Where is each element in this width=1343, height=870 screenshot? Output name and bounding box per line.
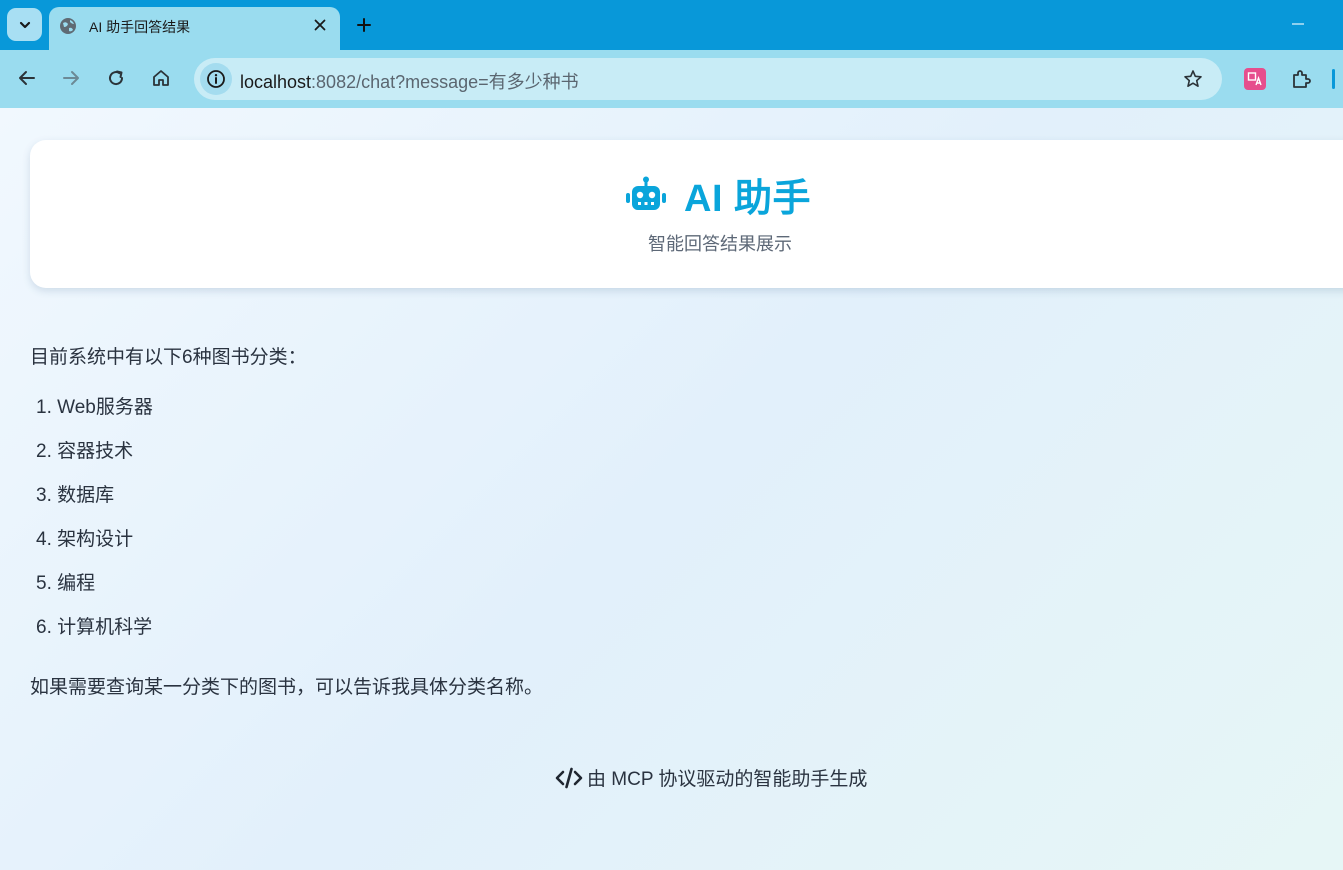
- list-item: 6. 计算机科学: [36, 617, 153, 638]
- arrow-left-icon: [19, 71, 35, 85]
- robot-icon: [626, 176, 666, 210]
- globe-icon: [60, 18, 76, 34]
- translate-icon: [1247, 72, 1262, 86]
- page-content: AI 助手 智能回答结果展示 目前系统中有以下6种图书分类： 1. Web服务器…: [0, 108, 1343, 870]
- back-button[interactable]: [15, 66, 39, 90]
- close-icon[interactable]: [311, 16, 329, 34]
- star-icon: [1184, 70, 1202, 87]
- page-title-row: AI 助手: [626, 170, 811, 220]
- translate-extension-button[interactable]: [1244, 68, 1266, 90]
- forward-button[interactable]: [59, 66, 83, 90]
- header-card: AI 助手 智能回答结果展示: [30, 140, 1343, 288]
- answer-intro: 目前系统中有以下6种图书分类：: [30, 347, 307, 368]
- reload-button[interactable]: [104, 66, 128, 90]
- code-icon: [555, 767, 583, 788]
- footer: 由 MCP 协议驱动的智能助手生成: [555, 764, 867, 791]
- url-text[interactable]: localhost:8082/chat?message=有多少种书: [240, 68, 579, 94]
- puzzle-icon: [1293, 70, 1311, 88]
- home-button[interactable]: [149, 66, 173, 90]
- minimize-button[interactable]: [1286, 12, 1310, 36]
- address-bar[interactable]: localhost:8082/chat?message=有多少种书: [194, 58, 1222, 100]
- footer-text: 由 MCP 协议驱动的智能助手生成: [587, 769, 868, 790]
- browser-tab-active[interactable]: AI 助手回答结果: [49, 7, 340, 50]
- tab-strip: AI 助手回答结果: [0, 0, 1343, 50]
- url-host: localhost: [240, 72, 312, 92]
- site-info-button[interactable]: [200, 63, 232, 95]
- plus-icon: [357, 18, 371, 32]
- url-path: :8082/chat?message=有多少种书: [311, 72, 579, 92]
- chevron-down-icon: [19, 21, 30, 28]
- answer-outro: 如果需要查询某一分类下的图书，可以告诉我具体分类名称。: [30, 677, 544, 698]
- list-item: 3. 数据库: [36, 485, 115, 506]
- browser-toolbar: localhost:8082/chat?message=有多少种书: [0, 50, 1343, 108]
- list-item: 2. 容器技术: [36, 441, 134, 462]
- arrow-right-icon: [63, 71, 79, 85]
- list-item: 1. Web服务器: [36, 397, 153, 418]
- tab-title: AI 助手回答结果: [89, 19, 191, 35]
- page-title: AI 助手: [684, 177, 812, 220]
- list-item: 4. 架构设计: [36, 529, 134, 550]
- info-icon: [207, 70, 225, 88]
- bookmark-button[interactable]: [1182, 68, 1204, 90]
- category-list: 1. Web服务器 2. 容器技术 3. 数据库 4. 架构设计 5. 编程 6…: [36, 397, 153, 661]
- new-tab-button[interactable]: [352, 13, 376, 37]
- profile-button[interactable]: [1332, 69, 1335, 89]
- home-icon: [153, 70, 169, 86]
- minimize-icon: [1292, 23, 1304, 25]
- list-item: 5. 编程: [36, 573, 96, 594]
- tab-search-button[interactable]: [7, 8, 42, 41]
- extensions-button[interactable]: [1289, 67, 1313, 91]
- page-subtitle: 智能回答结果展示: [648, 234, 792, 254]
- reload-icon: [109, 70, 124, 86]
